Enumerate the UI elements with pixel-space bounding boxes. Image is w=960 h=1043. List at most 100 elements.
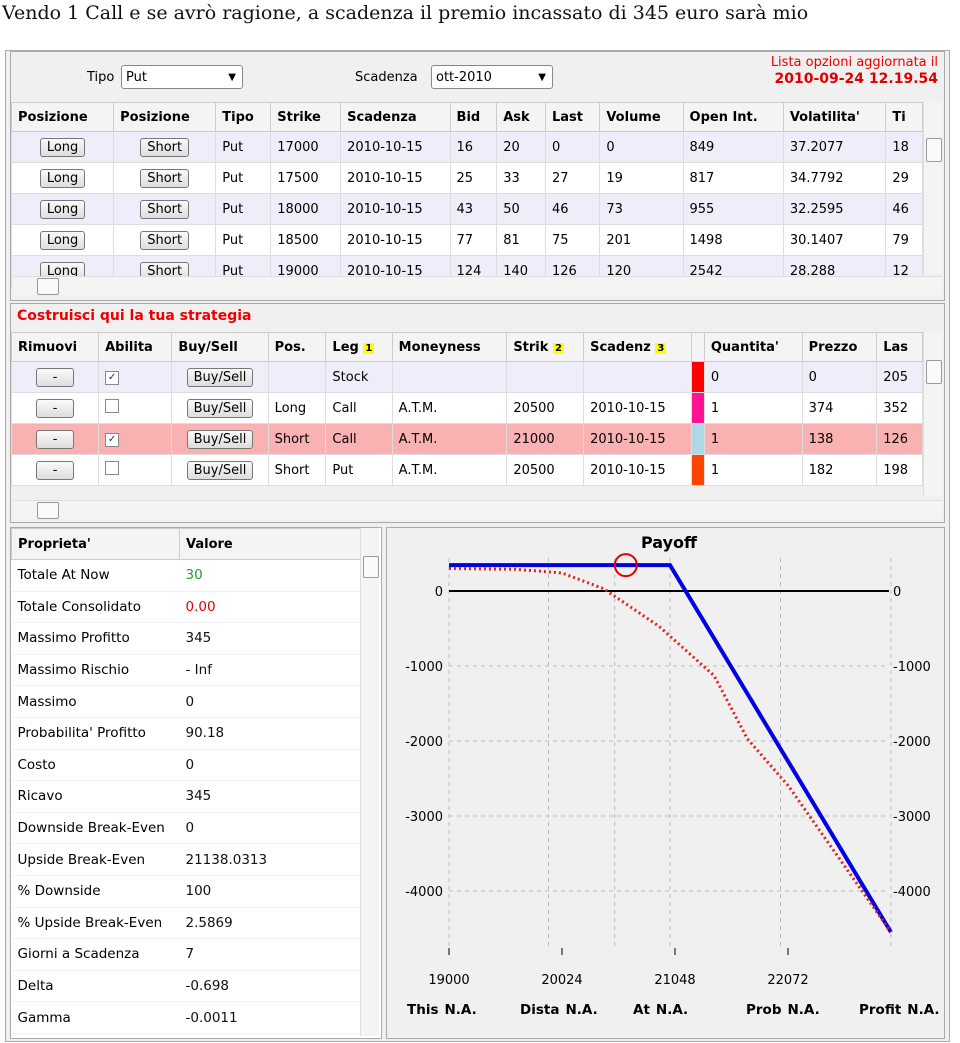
strategy-panel: Costruisci qui la tua strategia Rimuovi A… xyxy=(10,303,945,523)
leg-color-swatch[interactable] xyxy=(690,392,705,424)
pos-cell: Short xyxy=(267,454,327,486)
buy-sell-button[interactable]: Buy/Sell xyxy=(186,398,254,418)
remove-button[interactable]: - xyxy=(35,429,75,449)
property-name: % Upside Break-Even xyxy=(11,907,180,940)
column-header[interactable]: Abilita xyxy=(98,332,173,362)
column-header[interactable]: Scadenz 3 xyxy=(583,332,692,362)
long-button[interactable]: Long xyxy=(39,137,86,157)
leg-color-swatch[interactable] xyxy=(690,423,705,455)
table-cell: 20 xyxy=(496,131,546,163)
update-timestamp: 2010-09-24 12.19.54 xyxy=(774,71,938,87)
column-header[interactable]: Strike xyxy=(270,102,342,132)
column-header[interactable]: Scadenza xyxy=(340,102,451,132)
column-header[interactable]: Bid xyxy=(449,102,498,132)
property-value: 345 xyxy=(179,780,361,813)
table-cell: 29 xyxy=(885,162,923,194)
column-header[interactable]: Ask xyxy=(496,102,546,132)
options-table: Posizione Posizione Tipo Strike Scadenza Bid A… xyxy=(10,102,923,287)
column-header[interactable] xyxy=(690,332,705,362)
options-panel: Tipo Put ▼ Scadenza ott-2010 ▼ Lista opzio… xyxy=(10,51,945,301)
property-row: Ricavo 345 xyxy=(11,780,361,813)
column-header[interactable]: Last xyxy=(544,102,601,132)
table-cell: 75 xyxy=(544,224,601,256)
property-name: Delta xyxy=(11,970,180,1003)
column-header[interactable]: Las xyxy=(876,332,923,362)
footer-stat-value: N.A. xyxy=(656,1002,688,1018)
property-row: Gamma -0.0011 xyxy=(11,1001,361,1034)
strategy-row: - Buy/Sell Short Put A.T.M. 20500 2010-1… xyxy=(10,454,923,486)
leg-color-swatch[interactable] xyxy=(690,454,705,486)
column-header[interactable]: Rimuovi xyxy=(10,332,100,362)
qty-cell[interactable]: 1 xyxy=(703,423,803,455)
qty-cell[interactable]: 1 xyxy=(703,454,803,486)
column-header[interactable]: Open Int. xyxy=(682,102,784,132)
column-header[interactable]: Buy/Sell xyxy=(171,332,269,362)
property-value: 7 xyxy=(179,938,361,971)
options-hscroll[interactable] xyxy=(13,276,942,295)
expiry-cell: 2010-10-15 xyxy=(583,454,692,486)
buy-sell-button[interactable]: Buy/Sell xyxy=(186,460,254,480)
column-header[interactable]: Ti xyxy=(885,102,923,132)
price-cell: 182 xyxy=(801,454,878,486)
scadenza-select[interactable]: ott-2010 ▼ xyxy=(431,65,553,89)
table-cell: 46 xyxy=(885,193,923,225)
property-row: Massimo Profitto 345 xyxy=(11,622,361,655)
enable-checkbox[interactable]: ✓ xyxy=(105,433,120,447)
short-button[interactable]: Short xyxy=(140,168,190,188)
short-button[interactable]: Short xyxy=(140,137,190,157)
column-header[interactable]: Quantita' xyxy=(703,332,803,362)
buy-sell-button[interactable]: Buy/Sell xyxy=(186,429,254,449)
enable-checkbox[interactable] xyxy=(105,399,120,413)
remove-button[interactable]: - xyxy=(35,398,75,418)
column-header[interactable]: Proprieta' xyxy=(11,528,180,560)
strategy-hscroll[interactable] xyxy=(13,500,942,519)
footer-stat-label: Dista xyxy=(520,1002,559,1018)
header-label: Rimuovi xyxy=(18,339,78,355)
table-cell: 2010-10-15 xyxy=(340,193,451,225)
tipo-select[interactable]: Put ▼ xyxy=(121,65,243,89)
property-value: 345 xyxy=(179,622,361,655)
column-header[interactable]: Pos. xyxy=(267,332,327,362)
column-header[interactable]: Volume xyxy=(599,102,684,132)
options-vscroll[interactable] xyxy=(923,102,942,274)
property-value: 0 xyxy=(179,812,361,845)
scadenza-label: Scadenza xyxy=(355,70,418,85)
table-cell: 2010-10-15 xyxy=(340,162,451,194)
property-value: 30 xyxy=(179,559,361,592)
short-button[interactable]: Short xyxy=(140,230,190,250)
long-button[interactable]: Long xyxy=(39,199,86,219)
column-header[interactable]: Prezzo xyxy=(801,332,878,362)
footer-stat-label: Prob xyxy=(746,1002,782,1018)
buy-sell-button[interactable]: Buy/Sell xyxy=(186,367,254,387)
price-cell: 138 xyxy=(801,423,878,455)
column-header[interactable]: Tipo xyxy=(215,102,272,132)
column-header[interactable]: Leg 1 xyxy=(325,332,393,362)
remove-button[interactable]: - xyxy=(35,367,75,387)
long-button[interactable]: Long xyxy=(39,230,86,250)
strategy-vscroll[interactable] xyxy=(923,332,942,496)
leg-cell: Stock xyxy=(325,361,393,393)
strike-cell: 20500 xyxy=(506,454,585,486)
column-header[interactable]: Posizione xyxy=(113,102,217,132)
properties-vscroll[interactable] xyxy=(360,528,379,1036)
tipo-label: Tipo xyxy=(87,70,115,85)
enable-checkbox[interactable]: ✓ xyxy=(105,371,120,385)
column-header[interactable]: Strik 2 xyxy=(506,332,585,362)
short-button[interactable]: Short xyxy=(140,199,190,219)
long-button[interactable]: Long xyxy=(39,168,86,188)
qty-cell[interactable]: 1 xyxy=(703,392,803,424)
qty-cell[interactable]: 0 xyxy=(703,361,803,393)
property-value: -0.0011 xyxy=(179,1001,361,1034)
leg-color-swatch[interactable] xyxy=(690,361,705,393)
enable-checkbox[interactable] xyxy=(105,461,120,475)
column-header[interactable]: Volatilita' xyxy=(782,102,887,132)
column-header[interactable]: Valore xyxy=(179,528,361,560)
table-cell: 30.1407 xyxy=(782,224,887,256)
column-header[interactable]: Moneyness xyxy=(391,332,508,362)
remove-button[interactable]: - xyxy=(35,460,75,480)
table-cell: 2010-10-15 xyxy=(340,224,451,256)
column-header[interactable]: Posizione xyxy=(10,102,115,132)
chart-title: Payoff xyxy=(641,533,698,552)
property-row: Downside Break-Even 0 xyxy=(11,812,361,845)
properties-panel: Proprieta' Valore Totale At Now 30 Totale Co… xyxy=(10,527,382,1039)
